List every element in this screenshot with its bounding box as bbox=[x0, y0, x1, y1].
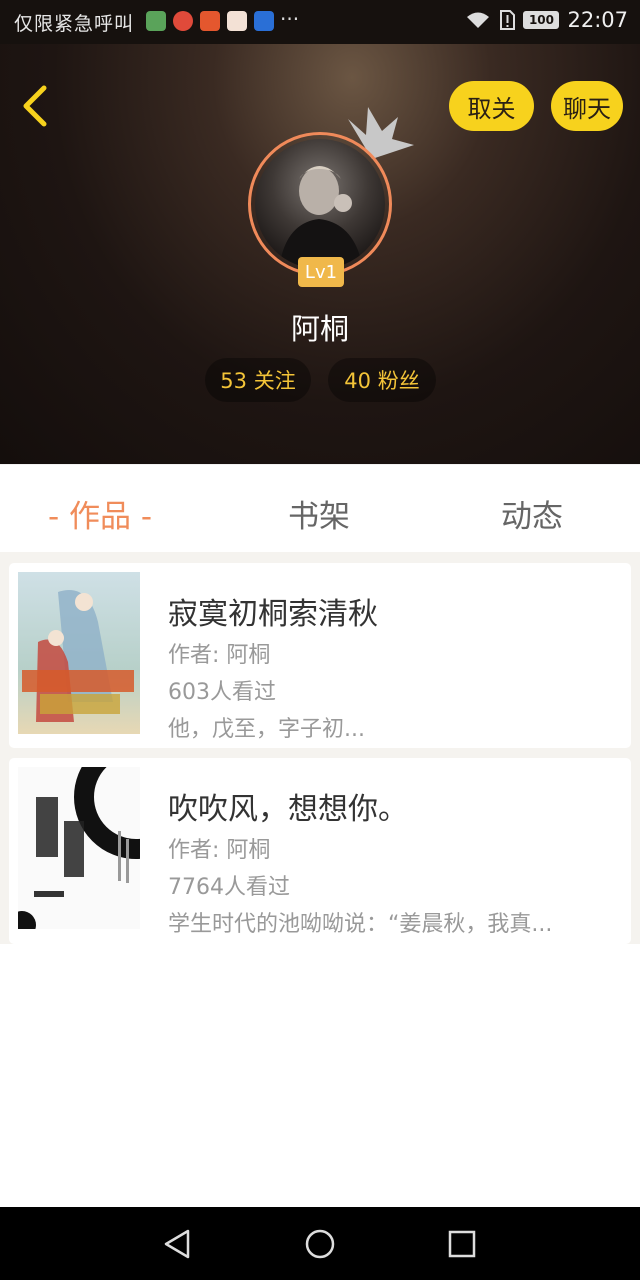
tab-works[interactable]: - 作品 - bbox=[48, 491, 152, 536]
level-badge: Lv1 bbox=[298, 257, 344, 287]
wifi-icon bbox=[467, 12, 490, 28]
book-card[interactable]: 吹吹风，想想你。 作者: 阿桐 7764人看过 学生时代的池呦呦说：“姜晨秋，我… bbox=[9, 758, 631, 944]
book-cover bbox=[18, 767, 140, 929]
book-cover-art bbox=[18, 767, 140, 929]
book-author: 作者: 阿桐 bbox=[168, 838, 271, 863]
avatar-silhouette bbox=[279, 166, 363, 269]
avatar[interactable] bbox=[248, 132, 392, 276]
profile-tabs: - 作品 - 书架 动态 bbox=[0, 464, 640, 552]
app-notification-icon bbox=[146, 11, 166, 31]
nickname: 阿桐 bbox=[290, 312, 349, 346]
carrier-text: 仅限紧急呼叫 bbox=[14, 13, 135, 35]
profile-header: 取关 聊天 Lv1 阿桐 53 关注 40 粉丝 bbox=[0, 44, 640, 464]
nav-home-icon[interactable] bbox=[303, 1227, 337, 1261]
status-right: 100 22:07 bbox=[465, 8, 628, 32]
book-description: 他，戊至，字子初... bbox=[168, 717, 365, 742]
system-nav-bar bbox=[0, 1207, 640, 1280]
book-description: 学生时代的池呦呦说：“姜晨秋，我真... bbox=[168, 912, 553, 937]
book-views: 603人看过 bbox=[168, 680, 276, 705]
battery-icon: 100 bbox=[523, 11, 560, 29]
following-count[interactable]: 53 关注 bbox=[205, 358, 311, 402]
avatar-image bbox=[255, 139, 385, 269]
browser-app-icon bbox=[254, 11, 274, 31]
play-app-icon bbox=[200, 11, 220, 31]
nav-recents-icon[interactable] bbox=[445, 1227, 479, 1261]
book-title: 吹吹风，想想你。 bbox=[168, 792, 408, 827]
reader-app-icon bbox=[227, 11, 247, 31]
more-notifications-icon: ··· bbox=[280, 7, 300, 31]
tab-bookshelf[interactable]: 书架 bbox=[288, 491, 350, 536]
book-author: 作者: 阿桐 bbox=[168, 643, 271, 668]
book-title: 寂寞初桐索清秋 bbox=[168, 597, 378, 632]
clock: 22:07 bbox=[567, 8, 628, 32]
book-cover-art bbox=[18, 572, 140, 734]
unfollow-button[interactable]: 取关 bbox=[449, 81, 534, 131]
chat-button[interactable]: 聊天 bbox=[551, 81, 623, 131]
video-app-icon bbox=[173, 11, 193, 31]
book-views: 7764人看过 bbox=[168, 875, 290, 900]
back-arrow-icon[interactable] bbox=[16, 82, 56, 130]
fans-count[interactable]: 40 粉丝 bbox=[328, 358, 436, 402]
nav-back-icon[interactable] bbox=[160, 1227, 194, 1261]
book-cover bbox=[18, 572, 140, 734]
sim-alert-icon bbox=[500, 10, 516, 30]
book-card[interactable]: 寂寞初桐索清秋 作者: 阿桐 603人看过 他，戊至，字子初... bbox=[9, 563, 631, 748]
notification-icons bbox=[146, 11, 274, 31]
status-bar: 仅限紧急呼叫 ··· 100 22:07 bbox=[0, 0, 640, 44]
tab-activity[interactable]: 动态 bbox=[501, 491, 563, 536]
